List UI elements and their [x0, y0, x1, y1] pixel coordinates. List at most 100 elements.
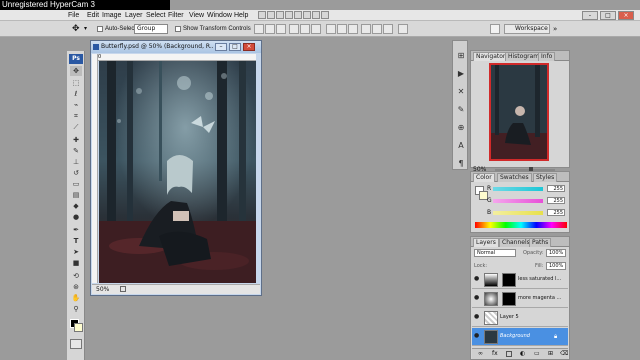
- align-right-icon[interactable]: [311, 24, 321, 34]
- layer-row[interactable]: ● less saturated l...: [472, 271, 568, 289]
- background-color-swatch[interactable]: [74, 323, 83, 332]
- quick-mask-icon[interactable]: [70, 339, 82, 349]
- new-group-icon[interactable]: ▭: [534, 350, 540, 358]
- quick-select-tool-icon[interactable]: ⌁: [70, 100, 82, 110]
- adjustment-layer-icon[interactable]: ◐: [520, 350, 525, 358]
- tab-histogram[interactable]: Histogram: [505, 52, 543, 61]
- align-left-icon[interactable]: [289, 24, 299, 34]
- history-panel-icon[interactable]: ⊞: [456, 51, 466, 61]
- zoom-level-icon[interactable]: [285, 11, 293, 19]
- channel-g-slider[interactable]: [493, 199, 543, 203]
- brush-panel-icon[interactable]: ✎: [456, 105, 466, 115]
- visibility-eye-icon[interactable]: ●: [474, 295, 480, 301]
- 3d-orbit-tool-icon[interactable]: ⊛: [70, 282, 82, 292]
- auto-select-checkbox[interactable]: [97, 26, 103, 32]
- vertical-ruler[interactable]: [92, 54, 98, 283]
- double-chevron-right-icon[interactable]: »: [553, 25, 557, 33]
- history-brush-tool-icon[interactable]: ↺: [70, 168, 82, 178]
- bridge-icon[interactable]: [258, 11, 266, 19]
- layer-row[interactable]: ● Background 🔒︎: [472, 328, 568, 346]
- distribute-bottom-icon[interactable]: [348, 24, 358, 34]
- gradient-tool-icon[interactable]: ▤: [70, 190, 82, 200]
- distribute-hcenter-icon[interactable]: [372, 24, 382, 34]
- brush-tool-icon[interactable]: ✎: [70, 146, 82, 156]
- tab-swatches[interactable]: Swatches: [497, 173, 532, 182]
- visibility-eye-icon[interactable]: ●: [474, 333, 480, 339]
- align-vcenter-icon[interactable]: [265, 24, 275, 34]
- opacity-field[interactable]: 100%: [546, 249, 566, 257]
- move-tool-icon[interactable]: ✥: [70, 66, 82, 76]
- document-zoom-readout[interactable]: 50%: [96, 286, 109, 294]
- distribute-left-icon[interactable]: [361, 24, 371, 34]
- healing-tool-icon[interactable]: ✚: [70, 135, 82, 145]
- hand-tool-icon[interactable]: ✋: [70, 293, 82, 303]
- menu-layer[interactable]: Layer: [125, 10, 143, 21]
- tab-channels[interactable]: Channels: [499, 238, 533, 247]
- close-button[interactable]: ×: [618, 11, 634, 20]
- menu-image[interactable]: Image: [102, 10, 121, 21]
- menu-help[interactable]: Help: [234, 10, 248, 21]
- color-spectrum-bar[interactable]: [475, 222, 567, 228]
- document-titlebar[interactable]: Butterfly.psd @ 50% (Background, R... – …: [91, 41, 261, 53]
- clone-source-icon[interactable]: ⊕: [456, 123, 466, 133]
- menu-edit[interactable]: Edit: [87, 10, 99, 21]
- menu-view[interactable]: View: [189, 10, 204, 21]
- layer-style-icon[interactable]: fx: [492, 350, 498, 358]
- minimize-button[interactable]: -: [582, 11, 598, 20]
- distribute-top-icon[interactable]: [326, 24, 336, 34]
- tab-layers[interactable]: Layers: [473, 238, 499, 247]
- document-close-button[interactable]: ×: [243, 43, 255, 51]
- screen-mode-icon[interactable]: [321, 11, 329, 19]
- channel-r-slider[interactable]: [493, 187, 543, 191]
- align-top-icon[interactable]: [254, 24, 264, 34]
- tab-color[interactable]: Color: [473, 173, 495, 182]
- marquee-tool-icon[interactable]: ⬚: [70, 78, 82, 88]
- auto-select-dropdown[interactable]: Group: [134, 24, 168, 34]
- link-layers-icon[interactable]: ∞: [478, 350, 483, 358]
- character-panel-icon[interactable]: A: [456, 141, 466, 151]
- blur-tool-icon[interactable]: ◆: [70, 201, 82, 211]
- align-bottom-icon[interactable]: [276, 24, 286, 34]
- tab-navigator[interactable]: Navigator: [473, 52, 509, 61]
- workspace-switcher[interactable]: Workspace: [504, 24, 550, 34]
- shape-tool-icon[interactable]: ■: [70, 258, 82, 268]
- menu-filter[interactable]: Filter: [168, 10, 184, 21]
- dodge-tool-icon[interactable]: ●: [70, 212, 82, 222]
- auto-align-icon[interactable]: [398, 24, 408, 34]
- 3d-rotate-tool-icon[interactable]: ⟲: [70, 271, 82, 281]
- visibility-eye-icon[interactable]: ●: [474, 276, 480, 282]
- channel-b-value[interactable]: 255: [547, 209, 565, 216]
- chevron-down-icon[interactable]: ▾: [84, 25, 87, 32]
- fill-field[interactable]: 100%: [546, 262, 566, 270]
- layer-name[interactable]: Layer 5: [500, 314, 546, 321]
- layer-name[interactable]: Background: [500, 333, 546, 340]
- type-tool-icon[interactable]: T: [70, 236, 82, 246]
- horizontal-ruler[interactable]: 0: [98, 54, 256, 61]
- eraser-tool-icon[interactable]: ▭: [70, 179, 82, 189]
- distribute-vcenter-icon[interactable]: [337, 24, 347, 34]
- document-maximize-button[interactable]: □: [229, 43, 241, 51]
- show-transform-checkbox[interactable]: [175, 26, 181, 32]
- layer-name[interactable]: less saturated l...: [518, 276, 564, 283]
- menu-file[interactable]: File: [68, 10, 79, 21]
- hand-icon[interactable]: [294, 11, 302, 19]
- document-minimize-button[interactable]: –: [215, 43, 227, 51]
- maximize-button[interactable]: □: [600, 11, 616, 20]
- menu-select[interactable]: Select: [146, 10, 165, 21]
- tab-styles[interactable]: Styles: [533, 173, 558, 182]
- visibility-eye-icon[interactable]: ●: [474, 314, 480, 320]
- layer-name[interactable]: more magenta ...: [518, 295, 564, 302]
- layer-row[interactable]: ● more magenta ...: [472, 290, 568, 308]
- actions-panel-icon[interactable]: ▶: [456, 69, 466, 79]
- tab-paths[interactable]: Paths: [529, 238, 552, 247]
- add-mask-icon[interactable]: [506, 351, 512, 357]
- align-hcenter-icon[interactable]: [300, 24, 310, 34]
- channel-r-value[interactable]: 255: [547, 185, 565, 192]
- channel-g-value[interactable]: 255: [547, 197, 565, 204]
- delete-layer-icon[interactable]: ⌫: [560, 350, 568, 358]
- new-layer-icon[interactable]: ⊞: [548, 350, 553, 358]
- tab-info[interactable]: Info: [538, 52, 556, 61]
- layer-row[interactable]: ● Layer 5: [472, 309, 568, 327]
- minibridge-icon[interactable]: [267, 11, 275, 19]
- menu-window[interactable]: Window: [207, 10, 232, 21]
